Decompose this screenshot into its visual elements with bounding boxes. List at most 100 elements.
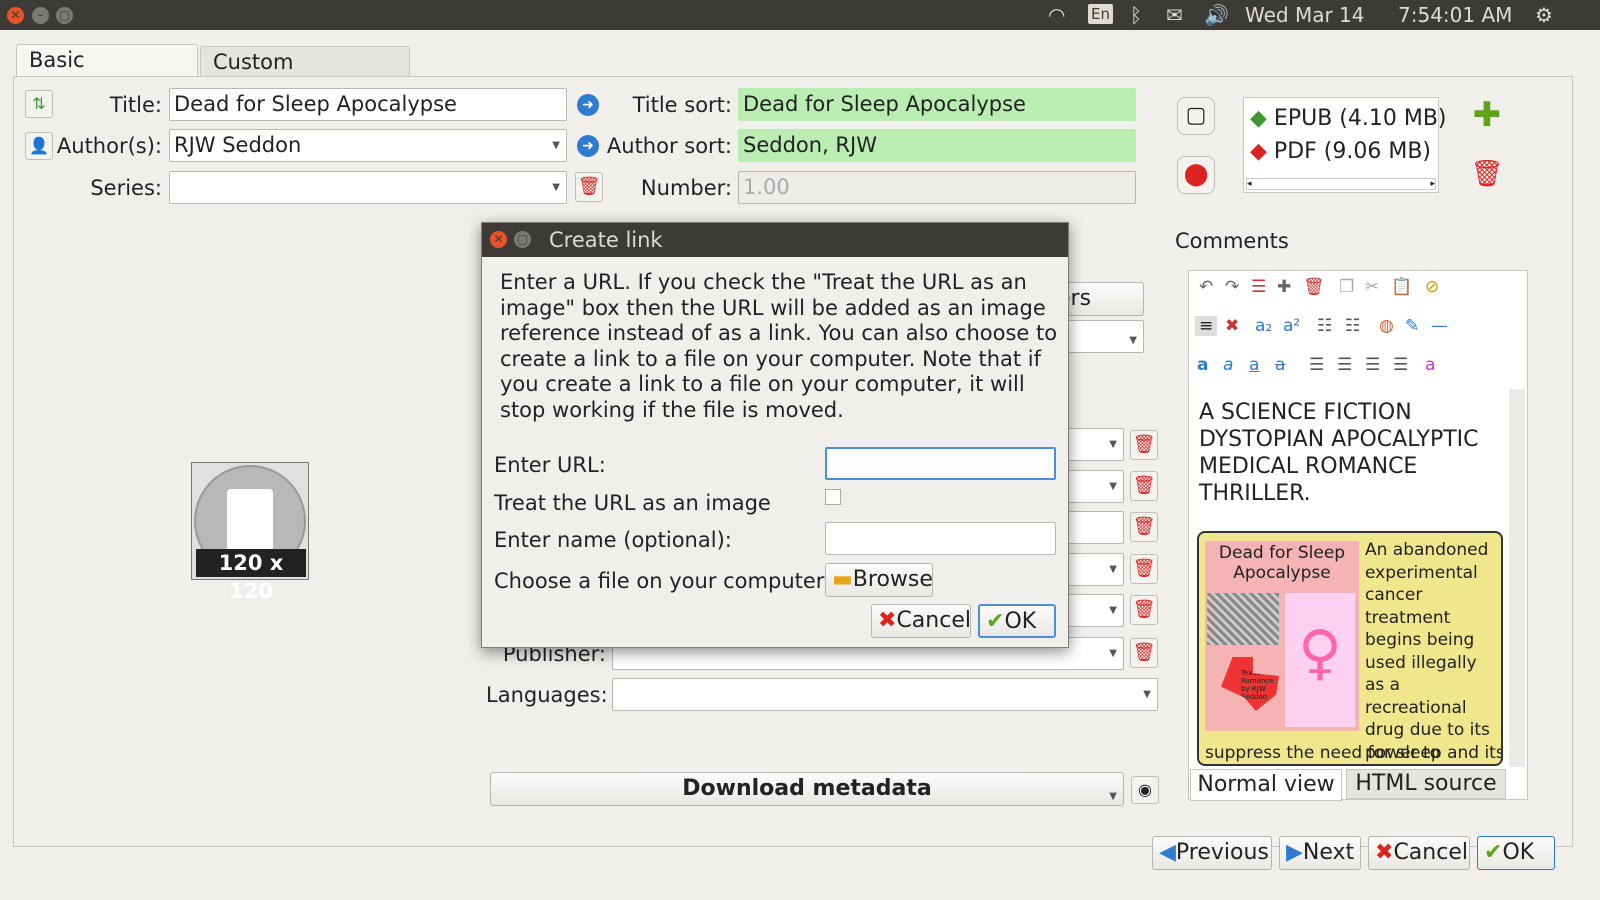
author-sort-arrow-icon[interactable]: ➜ (577, 135, 599, 157)
cover-image[interactable]: 120 x 120 (191, 462, 309, 603)
align-left-icon[interactable]: ☰ (1309, 355, 1324, 375)
swap-title-author-icon[interactable]: ⇅ (25, 90, 53, 118)
tab-normal-view[interactable]: Normal view (1190, 769, 1342, 801)
copy-icon[interactable]: ❐ (1339, 277, 1354, 297)
underline-icon[interactable]: a (1249, 355, 1259, 375)
title-sort-arrow-icon[interactable]: ➜ (577, 94, 599, 116)
name-input[interactable] (825, 522, 1056, 555)
author-sort-input[interactable]: Seddon, RJW (738, 129, 1136, 162)
tab-basic-metadata[interactable]: Basic metadata (16, 44, 198, 102)
paragraph-icon[interactable]: ≡ (1195, 316, 1218, 336)
dialog-ok-button[interactable]: ✔OK (978, 604, 1056, 638)
delete-icon[interactable]: 🗑 (1303, 277, 1325, 297)
window-close-icon[interactable]: ✕ (7, 7, 24, 24)
title-input[interactable]: Dead for Sleep Apocalypse (169, 88, 567, 121)
comments-vscrollbar[interactable] (1509, 389, 1525, 767)
formats-hscrollbar[interactable]: ◂ ▸ (1246, 178, 1436, 190)
align-right-icon[interactable]: ☰ (1365, 355, 1380, 375)
cut-icon[interactable]: ✂ (1365, 277, 1379, 297)
keyboard-layout[interactable]: En (1088, 4, 1113, 24)
title-sort-input[interactable]: Dead for Sleep Apocalypse (738, 88, 1136, 121)
format-item-epub[interactable]: ◆ EPUB (4.10 MB) (1250, 106, 1447, 131)
volume-icon[interactable]: 🔊 (1204, 3, 1229, 27)
set-cover-from-format-icon[interactable]: ▢ (1177, 97, 1215, 135)
ok-button[interactable]: ✔OK (1477, 836, 1555, 870)
chevron-down-icon[interactable]: ▼ (1109, 638, 1117, 669)
justify-icon[interactable]: ☰ (1393, 355, 1408, 375)
align-center-icon[interactable]: ☰ (1337, 355, 1352, 375)
subscript-icon[interactable]: a₂ (1255, 316, 1272, 336)
window-maximize-icon[interactable]: ▢ (56, 7, 73, 24)
horizontal-rule-icon[interactable]: — (1431, 316, 1448, 336)
insert-rule-icon[interactable]: ✚ (1277, 277, 1291, 297)
manage-authors-icon[interactable]: 👤 (25, 132, 53, 160)
clear-icon[interactable]: ⊘ (1425, 277, 1439, 297)
delete-format-trash-icon[interactable]: 🗑 (1468, 156, 1506, 194)
configure-download-icon[interactable]: ◉ (1131, 776, 1159, 804)
partial-combobox[interactable]: ▼ (1060, 320, 1144, 353)
chevron-down-icon[interactable]: ▼ (1109, 429, 1117, 460)
tags-combobox[interactable]: ▼ (1060, 428, 1124, 461)
insert-link-icon[interactable]: ✎ (1405, 316, 1419, 336)
chevron-down-icon[interactable]: ▼ (1109, 781, 1117, 813)
remove-format-disk-icon[interactable]: ⬤ (1177, 156, 1215, 194)
dialog-maximize-icon[interactable]: ▢ (514, 231, 531, 248)
tab-custom-metadata[interactable]: Custom metadata (200, 46, 410, 104)
clear-ids-trash-icon[interactable]: 🗑 (1130, 471, 1158, 501)
bold-icon[interactable]: a (1197, 355, 1208, 375)
ordered-list-icon[interactable]: ☷ (1317, 316, 1332, 336)
superscript-icon[interactable]: a² (1283, 316, 1300, 336)
clock-date[interactable]: Wed Mar 14 (1245, 3, 1365, 27)
rating-combobox[interactable]: ▼ (1060, 594, 1124, 627)
cancel-button[interactable]: ✖Cancel (1368, 836, 1470, 870)
remove-format-icon[interactable]: ☰ (1251, 277, 1266, 297)
paste-icon[interactable]: 📋 (1391, 277, 1412, 297)
published-combobox[interactable]: ▼ (1060, 553, 1124, 586)
clear-rating-trash-icon[interactable]: 🗑 (1130, 595, 1158, 625)
strikethrough-icon[interactable]: a (1275, 355, 1285, 375)
bluetooth-icon[interactable]: ᛒ (1130, 3, 1142, 27)
chevron-down-icon[interactable]: ▼ (1109, 471, 1117, 502)
redo-icon[interactable]: ↷ (1225, 277, 1239, 297)
authors-combobox[interactable]: RJW Seddon ▼ (169, 129, 567, 162)
previous-button[interactable]: ◀Previous (1152, 836, 1272, 870)
clock-time[interactable]: 7:54:01 AM (1398, 3, 1512, 27)
mail-icon[interactable]: ✉ (1166, 3, 1183, 27)
tab-html-source[interactable]: HTML source (1346, 769, 1506, 799)
formats-list[interactable]: ◆ EPUB (4.10 MB) ◆ PDF (9.06 MB) ◂ ▸ (1243, 97, 1447, 193)
comments-text[interactable]: A SCIENCE FICTION DYSTOPIAN APOCALYPTIC … (1199, 399, 1499, 507)
comments-editor[interactable]: ↶ ↷ ☰ ✚ 🗑 ❐ ✂ 📋 ⊘ ≡ ✖ a₂ a² ☷ ☷ ◍ ✎ — a … (1188, 270, 1528, 800)
dialog-cancel-button[interactable]: ✖Cancel (871, 604, 971, 638)
clear-date-trash-icon[interactable]: 🗑 (1130, 512, 1158, 542)
clear-tags-trash-icon[interactable]: 🗑 (1130, 430, 1158, 460)
clear-series-trash-icon[interactable]: 🗑 (575, 172, 603, 202)
chevron-down-icon[interactable]: ▼ (1129, 325, 1137, 352)
chevron-down-icon[interactable]: ▼ (552, 172, 560, 203)
series-number-input[interactable]: 1.00 (738, 171, 1136, 204)
format-item-pdf[interactable]: ◆ PDF (9.06 MB) (1250, 139, 1431, 164)
undo-icon[interactable]: ↶ (1199, 277, 1213, 297)
ids-combobox[interactable]: ▼ (1060, 470, 1124, 503)
cancel-format-icon[interactable]: ✖ (1225, 316, 1239, 336)
italic-icon[interactable]: a (1223, 355, 1233, 375)
clear-published-trash-icon[interactable]: 🗑 (1130, 554, 1158, 584)
browse-button[interactable]: ▬Browse (825, 563, 933, 597)
treat-as-image-checkbox[interactable] (825, 489, 841, 505)
add-format-plus-icon[interactable]: ✚ (1468, 98, 1506, 136)
download-metadata-button[interactable]: Download metadata ▼ (490, 772, 1124, 806)
settings-icon[interactable]: ⚙ (1535, 3, 1553, 27)
chevron-down-icon[interactable]: ▼ (1109, 595, 1117, 626)
chevron-down-icon[interactable]: ▼ (1143, 679, 1151, 710)
date-input[interactable] (1060, 511, 1124, 544)
series-combobox[interactable]: ▼ (169, 171, 567, 204)
dialog-close-icon[interactable]: ✕ (490, 231, 507, 248)
color-icon[interactable]: ◍ (1379, 316, 1394, 336)
unordered-list-icon[interactable]: ☷ (1345, 316, 1360, 336)
languages-combobox[interactable]: ▼ (612, 678, 1158, 711)
next-button[interactable]: ▶Next (1279, 836, 1361, 870)
window-minimize-icon[interactable]: – (32, 7, 49, 24)
url-input[interactable] (825, 447, 1056, 480)
wifi-icon[interactable]: ◠ (1048, 3, 1065, 27)
chevron-down-icon[interactable]: ▼ (552, 130, 560, 161)
chevron-down-icon[interactable]: ▼ (1109, 554, 1117, 585)
